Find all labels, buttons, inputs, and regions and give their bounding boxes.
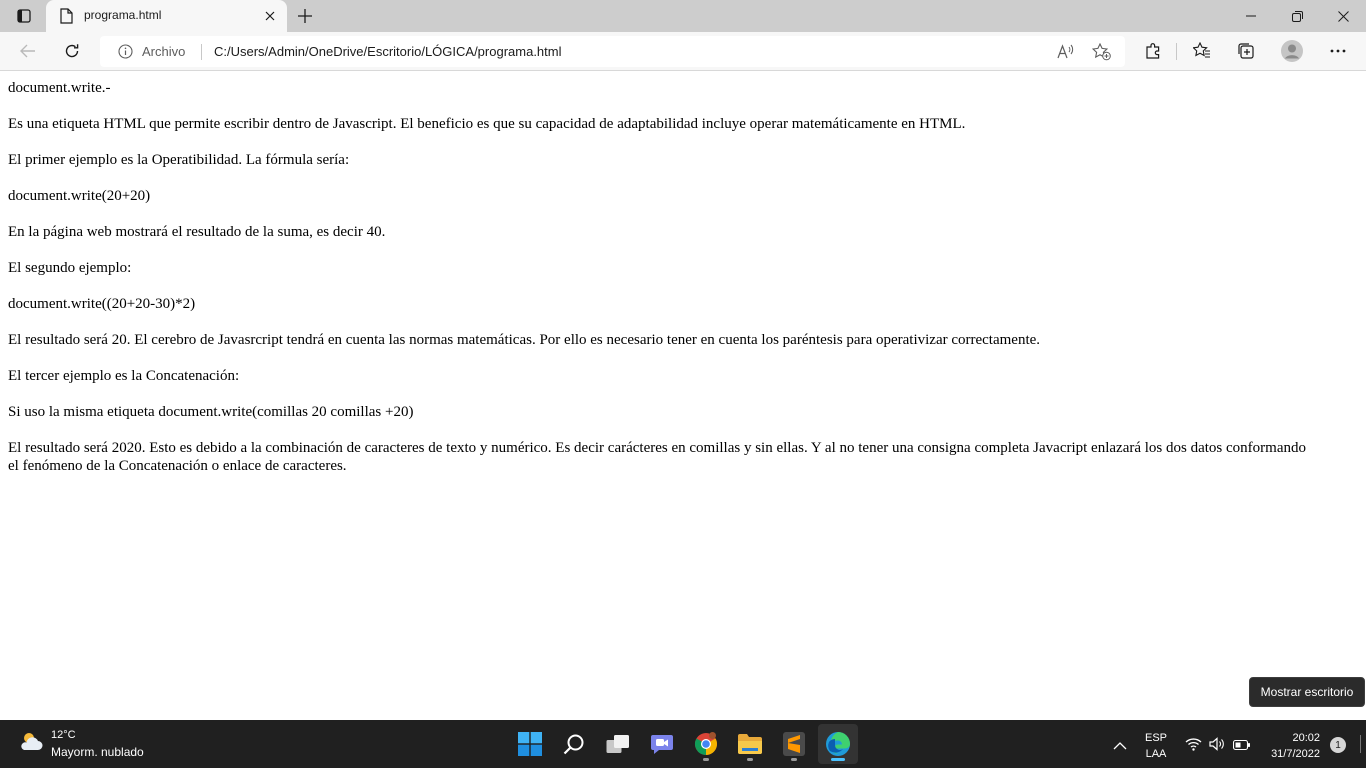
paragraph-1: document.write.- [8, 80, 111, 96]
browser-toolbar: Archivo C:/Users/Admin/OneDrive/Escritor… [0, 32, 1366, 71]
favorites-icon [1193, 42, 1210, 58]
search-icon [563, 734, 584, 755]
back-arrow-icon [20, 44, 35, 58]
clock-time: 20:02 [1292, 732, 1320, 744]
close-icon [1337, 10, 1349, 22]
reload-button[interactable] [57, 37, 87, 65]
collections-icon [1238, 43, 1254, 59]
weather-description[interactable]: Mayorm. nublado [51, 745, 144, 759]
add-favorite-icon[interactable] [1091, 41, 1113, 63]
file-icon [59, 8, 73, 28]
site-info-label[interactable]: Archivo [142, 44, 185, 59]
plus-icon [298, 9, 312, 23]
task-view-button[interactable] [598, 724, 638, 764]
taskbar: 12°C Mayorm. nublado ESP LAA 20:02 31/7/… [0, 720, 1366, 768]
tab-actions-button[interactable] [6, 2, 42, 30]
divider [201, 44, 202, 60]
paragraph-10: Si uso la misma etiqueta document.write(… [8, 404, 414, 420]
task-view-icon [606, 735, 629, 753]
profile-button[interactable] [1277, 37, 1307, 65]
paragraph-4: document.write(20+20) [8, 188, 151, 204]
more-icon [1330, 49, 1346, 53]
running-indicator [791, 758, 797, 761]
sublime-text-button[interactable] [774, 724, 814, 764]
reload-icon [65, 44, 79, 58]
page-content: document.write.- Es una etiqueta HTML qu… [0, 72, 1366, 720]
edge-button[interactable] [818, 724, 858, 764]
address-bar[interactable]: Archivo C:/Users/Admin/OneDrive/Escritor… [100, 36, 1125, 67]
clock[interactable]: 20:02 31/7/2022 [1258, 730, 1320, 762]
tab-close-button[interactable] [260, 6, 280, 26]
new-tab-button[interactable] [293, 4, 317, 28]
read-aloud-icon[interactable] [1055, 41, 1077, 63]
chrome-button[interactable] [686, 724, 726, 764]
weather-temperature[interactable]: 12°C [51, 729, 76, 741]
sublime-text-icon [783, 732, 805, 756]
file-explorer-button[interactable] [730, 724, 770, 764]
show-desktop-tooltip: Mostrar escritorio [1249, 677, 1365, 707]
chrome-icon [695, 732, 717, 755]
more-button[interactable] [1323, 37, 1353, 65]
paragraph-11: El resultado será 2020. Esto es debido a… [8, 440, 1306, 474]
collections-button[interactable] [1231, 37, 1261, 65]
paragraph-3: El primer ejemplo es la Operatibilidad. … [8, 152, 350, 168]
paragraph-9: El tercer ejemplo es la Concatenación: [8, 368, 240, 384]
chat-icon [651, 735, 673, 754]
running-indicator [831, 758, 845, 761]
paragraph-8: El resultado será 20. El cerebro de Java… [8, 332, 1041, 348]
profile-icon [1281, 40, 1303, 62]
language-indicator[interactable]: ESP LAA [1141, 730, 1171, 762]
favorites-button[interactable] [1187, 37, 1217, 65]
volume-icon[interactable] [1209, 736, 1225, 755]
chat-button[interactable] [642, 724, 682, 764]
extensions-icon [1146, 43, 1160, 59]
close-icon [265, 11, 275, 21]
minimize-button[interactable] [1228, 0, 1274, 32]
start-button[interactable] [510, 724, 550, 764]
url-text[interactable]: C:/Users/Admin/OneDrive/Escritorio/LÓGIC… [214, 44, 561, 59]
paragraph-2: Es una etiqueta HTML que permite escribi… [8, 116, 966, 132]
window-close-button[interactable] [1320, 0, 1366, 32]
running-indicator [703, 758, 709, 761]
tab-actions-icon [17, 9, 31, 23]
tab-title: programa.html [84, 8, 162, 22]
battery-icon[interactable] [1232, 736, 1251, 755]
tab-strip: programa.html [0, 0, 1366, 32]
edge-icon [826, 732, 850, 756]
clock-date: 31/7/2022 [1271, 748, 1320, 760]
paragraph-7: document.write((20+20-30)*2) [8, 296, 196, 312]
active-tab[interactable]: programa.html [46, 0, 287, 32]
search-button[interactable] [554, 724, 594, 764]
show-hidden-icons-chevron-icon[interactable] [1113, 736, 1127, 755]
divider [1176, 43, 1177, 60]
language-code: ESP [1144, 732, 1167, 744]
restore-icon [1291, 10, 1303, 22]
running-indicator [747, 758, 753, 761]
keyboard-layout: LAA [1145, 748, 1167, 760]
windows-start-icon [518, 732, 542, 756]
back-button[interactable] [13, 37, 43, 65]
restore-button[interactable] [1274, 0, 1320, 32]
paragraph-5: En la página web mostrará el resultado d… [8, 224, 386, 240]
show-desktop-button[interactable] [1360, 735, 1361, 753]
weather-cloud-icon[interactable] [18, 730, 44, 756]
minimize-icon [1246, 15, 1256, 17]
info-icon[interactable] [118, 44, 133, 63]
extensions-button[interactable] [1138, 37, 1168, 65]
notification-badge[interactable]: 1 [1330, 737, 1346, 753]
wifi-icon[interactable] [1185, 736, 1202, 755]
folder-icon [738, 734, 762, 754]
paragraph-6: El segundo ejemplo: [8, 260, 132, 276]
